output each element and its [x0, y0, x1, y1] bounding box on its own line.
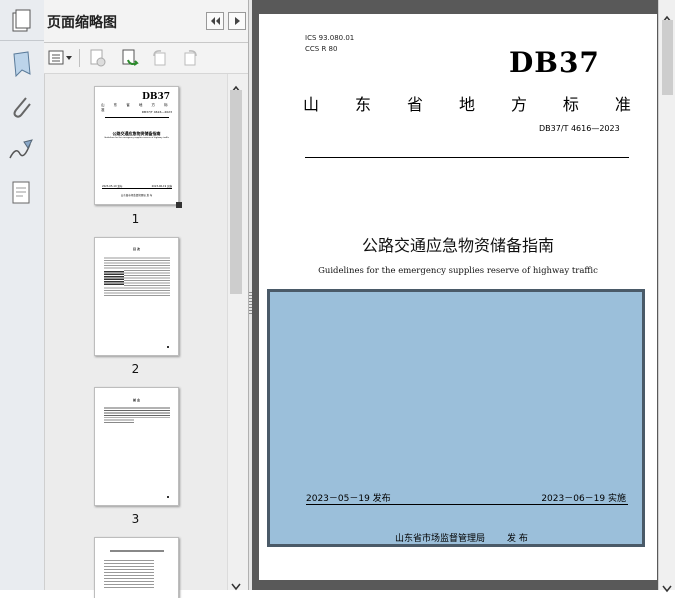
collapse-left-button[interactable]	[206, 12, 224, 30]
doc-title: 公路交通应急物资储备指南	[361, 236, 554, 255]
document-page: ICS 93.080.01 CCS R 80 DB37 山 东 省 地 方 标 …	[259, 14, 657, 580]
scroll-down-arrow-icon[interactable]	[231, 576, 241, 595]
thumb-logo: DB37	[142, 92, 170, 102]
province-char: 标	[562, 95, 579, 114]
doc-header-rule	[305, 157, 629, 158]
doc-logo: DB37	[509, 46, 600, 79]
doc-implement-date: 2023－06－19 实施	[541, 494, 626, 504]
thumb-foreword-lines	[104, 406, 170, 418]
thumb-body-lines	[104, 558, 154, 588]
thumbnail-page-1[interactable]: DB37 山 东 省 地 方 标 准 DB37/T 4616—2023 公路交通…	[94, 86, 182, 208]
doc-ccs: CCS R 80	[305, 45, 338, 53]
doc-ics: ICS 93.080.01	[305, 34, 355, 42]
province-char: 地	[458, 95, 475, 114]
province-char: 山	[303, 95, 320, 114]
cover-highlight-region: 2023－05－19 发布 2023－06－19 实施 山东省市场监督管理局 发…	[267, 289, 645, 547]
scroll-down-arrow-icon[interactable]	[662, 578, 672, 597]
thumb-rule	[105, 117, 169, 118]
attachment-icon[interactable]	[6, 92, 36, 122]
rotate-cw-icon[interactable]	[180, 48, 200, 68]
document-scrollbar[interactable]	[658, 0, 675, 593]
thumb-bottom-rule	[102, 188, 172, 189]
bookmark-icon[interactable]	[6, 50, 36, 80]
province-char: 省	[406, 95, 423, 114]
province-char: 准	[614, 95, 631, 114]
thumb-subtitle: Guidelines for the emergency supplies re…	[104, 137, 169, 139]
thumb-toc-heading: 目 次	[132, 247, 141, 251]
thumb-page-dot	[167, 346, 169, 348]
signature-icon[interactable]	[6, 136, 36, 166]
thumbnail-toolbar	[44, 43, 248, 74]
thumbnail-panel: 页面缩略图 DB37 山 东 省 地 方 标 准 DB37/T 4616—202…	[44, 0, 248, 598]
panel-title: 页面缩略图	[47, 15, 117, 31]
insert-page-icon[interactable]	[120, 48, 140, 68]
thumbnail-label-2: 2	[131, 362, 140, 376]
rotate-ccw-icon[interactable]	[150, 48, 170, 68]
pages-icon[interactable]	[6, 6, 36, 36]
thumb-page-dot	[167, 496, 169, 498]
thumbnail-label-3: 3	[131, 512, 140, 526]
document-view: ICS 93.080.01 CCS R 80 DB37 山 东 省 地 方 标 …	[252, 0, 658, 590]
doc-footer-rule	[306, 504, 628, 505]
options-menu-icon[interactable]	[48, 48, 74, 68]
thumbnail-scrollbar[interactable]	[227, 74, 244, 591]
thumb-toc-dense	[104, 270, 124, 286]
panel-header: 页面缩略图	[44, 0, 248, 43]
navigation-rail	[0, 0, 45, 590]
thumbnail-page-4[interactable]	[94, 537, 179, 598]
scroll-thumb[interactable]	[662, 20, 673, 95]
toolbar-separator	[79, 49, 80, 67]
thumb-resize-handle[interactable]	[176, 202, 182, 208]
scroll-thumb[interactable]	[230, 90, 242, 294]
province-char: 方	[510, 95, 527, 114]
doc-publish-date: 2023－05－19 发布	[306, 494, 391, 504]
expand-right-button[interactable]	[228, 12, 246, 30]
doc-publisher: 山东省市场监督管理局	[395, 534, 486, 544]
thumb-std-no: DB37/T 4616—2023	[141, 110, 172, 114]
rail-divider	[0, 40, 44, 41]
doc-subtitle: Guidelines for the emergency supplies re…	[318, 266, 598, 276]
thumb-foreword-lines-2	[104, 418, 134, 424]
delete-page-icon[interactable]	[88, 48, 108, 68]
province-char: 东	[354, 95, 371, 114]
thumbnail-label-1: 1	[131, 212, 140, 226]
thumbnail-page-2[interactable]: 目 次	[94, 237, 179, 356]
thumb-foreword-heading: 前 言	[132, 398, 141, 402]
document-properties-icon[interactable]	[6, 178, 36, 208]
doc-province-row: 山 东 省 地 方 标 准	[303, 91, 631, 115]
thumb-heading-line	[110, 550, 164, 552]
thumbnail-list: DB37 山 东 省 地 方 标 准 DB37/T 4616—2023 公路交通…	[44, 74, 228, 598]
thumb-publisher: 山东省市场监督管理局 发 布	[120, 194, 153, 197]
doc-publish-label: 发 布	[507, 534, 528, 544]
doc-std-number: DB37/T 4616—2023	[539, 124, 620, 133]
thumbnail-page-3[interactable]: 前 言	[94, 387, 179, 506]
